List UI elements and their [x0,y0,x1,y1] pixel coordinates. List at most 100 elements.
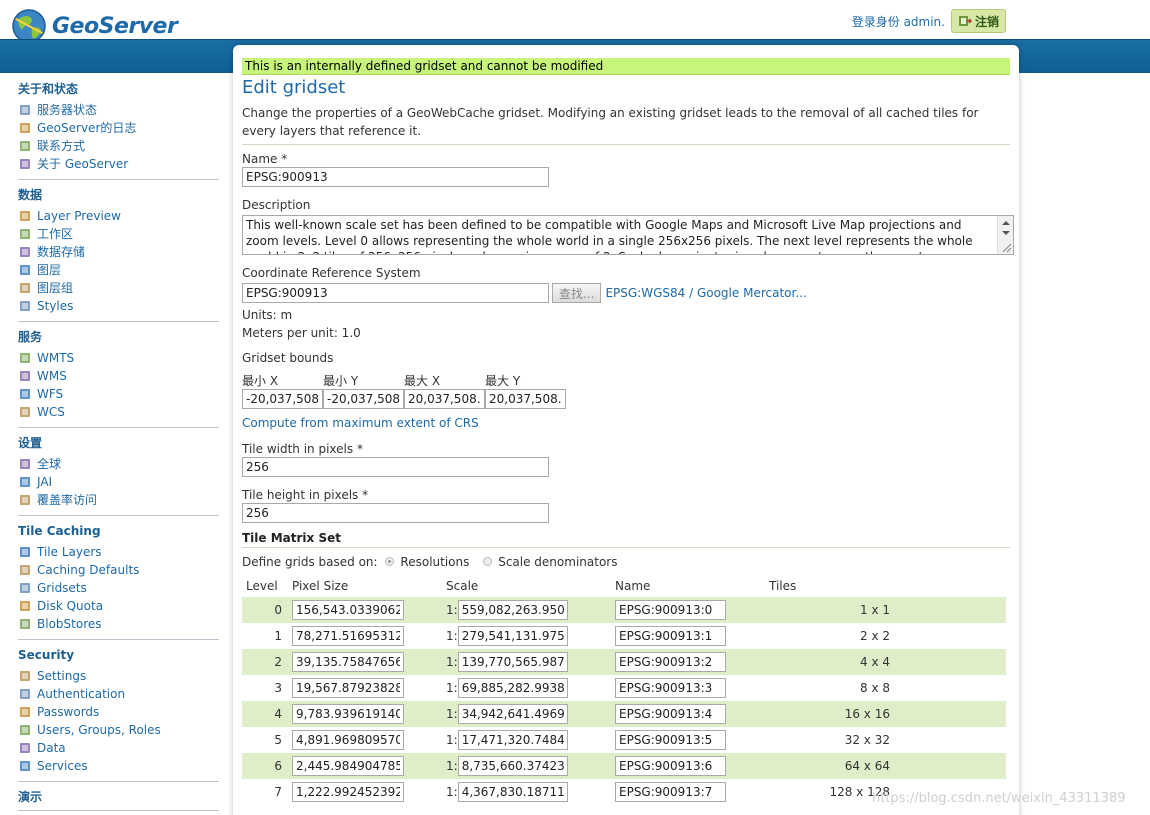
bounds-maxy-label: 最大 Y [485,374,521,388]
scale-input[interactable] [457,678,568,698]
coverage-access-icon [18,493,32,507]
logout-button[interactable]: 注销 [950,9,1006,33]
bounds-miny-input[interactable] [323,389,404,409]
scale-input[interactable] [457,704,568,724]
tile-layers-icon [18,545,32,559]
gridsets-icon [18,581,32,595]
bounds-maxx-input[interactable] [404,389,485,409]
level-name-input[interactable] [615,600,726,620]
sidebar-item[interactable]: Users, Groups, Roles [18,721,219,739]
pixel-size-cell [292,649,446,675]
sidebar-item[interactable]: Caching Defaults [18,561,219,579]
bounds-minx-input[interactable] [242,389,323,409]
sidebar-item-label: WFS [37,387,64,401]
scale-input[interactable] [457,600,568,620]
name-cell [615,649,769,675]
bounds-maxy-input[interactable] [485,389,566,409]
scale-prefix: 1: [446,785,458,799]
sidebar-item-label: Layer Preview [37,209,121,223]
nav-section-title: Security [18,648,75,662]
sidebar-item[interactable]: WMS [18,367,219,385]
sidebar-item[interactable]: 联系方式 [18,137,219,155]
find-crs-button[interactable]: 查找... [552,283,602,303]
scale-cell: 1: [446,597,615,623]
level-name-input[interactable] [615,756,726,776]
sidebar-item[interactable]: 关于 GeoServer [18,155,219,173]
description-scrollbar[interactable] [997,216,1013,254]
level-name-input[interactable] [615,652,726,672]
tile-width-label: Tile width in pixels * [242,442,363,456]
sidebar-item[interactable]: Disk Quota [18,597,219,615]
pixel-size-input[interactable] [292,730,404,750]
row-level: 6 [242,753,292,779]
tiles-cell: 32 x 32 [769,727,1006,753]
pixel-size-input[interactable] [292,652,404,672]
sidebar-item[interactable]: WCS [18,403,219,421]
description-textarea[interactable]: This well-known scale set has been defin… [242,215,1014,255]
pixel-size-input[interactable] [292,626,404,646]
scale-prefix: 1: [446,759,458,773]
wcs-icon [18,405,32,419]
sidebar-item[interactable]: 覆盖率访问 [18,491,219,509]
description-text: This well-known scale set has been defin… [246,218,973,254]
sidebar-item[interactable]: Gridsets [18,579,219,597]
compute-bounds-link[interactable]: Compute from maximum extent of CRS [242,415,1010,431]
sidebar-item-label: 联系方式 [37,139,86,153]
pixel-size-cell [292,753,446,779]
pixel-size-input[interactable] [292,600,404,620]
sidebar-item[interactable]: Tile Layers [18,543,219,561]
sidebar-item[interactable]: 工作区 [18,225,219,243]
scale-input[interactable] [457,626,568,646]
sidebar-item[interactable]: 图层 [18,261,219,279]
radio-resolutions[interactable] [385,557,395,566]
radio-scale-denominators[interactable] [483,557,493,566]
about-icon [18,157,32,171]
scale-prefix: 1: [446,655,458,669]
tile-height-input[interactable] [242,503,549,523]
level-name-input[interactable] [615,730,726,750]
sidebar-item[interactable]: 服务器状态 [18,101,219,119]
level-name-input[interactable] [615,626,726,646]
sidebar-item[interactable]: 全球 [18,455,219,473]
scale-input[interactable] [457,756,568,776]
logged-in-user: 登录身份 admin. [851,14,945,29]
row-level: 4 [242,701,292,727]
level-name-input[interactable] [615,782,726,802]
nav-section-title: 关于和状态 [18,82,79,96]
pixel-size-input[interactable] [292,704,404,724]
sidebar-item-label: 覆盖率访问 [37,493,98,507]
sidebar-item[interactable]: JAI [18,473,219,491]
scroll-up-icon [1002,221,1010,225]
scale-input[interactable] [457,730,568,750]
pixel-size-input[interactable] [292,678,404,698]
sidebar-item[interactable]: Services [18,757,219,775]
level-name-input[interactable] [615,678,726,698]
name-input[interactable] [242,167,549,187]
pixel-size-cell [292,727,446,753]
level-name-input[interactable] [615,704,726,724]
scale-input[interactable] [457,652,568,672]
sidebar-item[interactable]: WFS [18,385,219,403]
sidebar-item[interactable]: 图层组 [18,279,219,297]
crs-description-link[interactable]: EPSG:WGS84 / Google Mercator... [605,286,806,300]
sidebar-item[interactable]: WMTS [18,349,219,367]
tile-width-input[interactable] [242,457,549,477]
table-row: 3 1: 8 x 8 [242,675,1006,701]
sidebar-item[interactable]: BlobStores [18,615,219,633]
pixel-size-input[interactable] [292,756,404,776]
table-row: 6 1: 64 x 64 [242,753,1006,779]
sidebar-item[interactable]: Passwords [18,703,219,721]
name-cell [615,701,769,727]
sidebar-item[interactable]: GeoServer的日志 [18,119,219,137]
pixel-size-input[interactable] [292,782,404,802]
crs-input[interactable] [242,283,549,303]
sidebar-item[interactable]: Styles [18,297,219,315]
sidebar-item[interactable]: Authentication [18,685,219,703]
table-row: 5 1: 32 x 32 [242,727,1006,753]
sidebar-item[interactable]: Data [18,739,219,757]
sidebar-item[interactable]: 数据存储 [18,243,219,261]
sidebar-item[interactable]: Layer Preview [18,207,219,225]
scale-input[interactable] [457,782,568,802]
sidebar-item[interactable]: Settings [18,667,219,685]
sidebar-item-label: Services [37,759,88,773]
